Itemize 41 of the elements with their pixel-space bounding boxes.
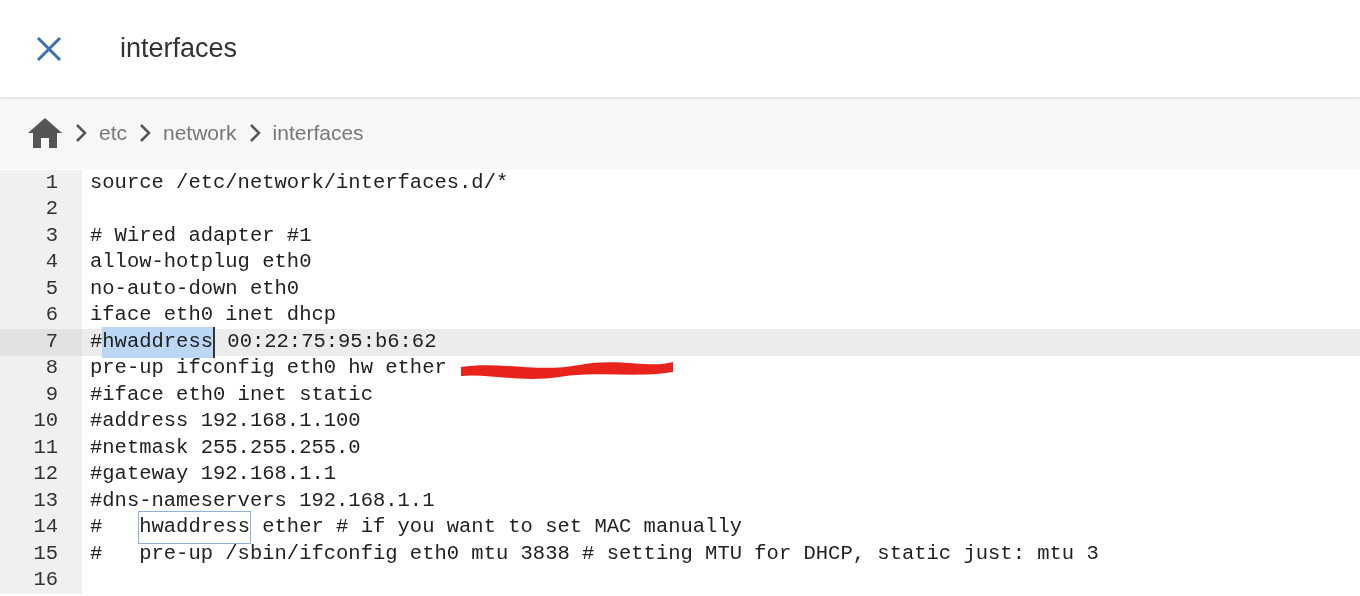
code-text: #iface eth0 inet static xyxy=(90,381,373,408)
line-number: 6 xyxy=(0,302,82,329)
breadcrumb-link[interactable]: interfaces xyxy=(272,117,364,149)
file-title: interfaces xyxy=(120,32,238,66)
line-number: 9 xyxy=(0,382,82,409)
code-text: #gateway 192.168.1.1 xyxy=(90,461,337,488)
chevron-right-icon xyxy=(248,123,261,143)
code-text: 00:22:75:95:b6:62 xyxy=(226,328,437,355)
code-text: #dns-nameservers 192.168.1.1 xyxy=(90,487,435,514)
line-number: 15 xyxy=(0,541,82,568)
line-number: 8 xyxy=(0,355,82,382)
line-number: 3 xyxy=(0,223,82,250)
line-number: 7 xyxy=(0,329,82,356)
code-text: # xyxy=(90,514,104,541)
line-number: 5 xyxy=(0,276,82,303)
line-number: 4 xyxy=(0,249,82,276)
line-number: 13 xyxy=(0,488,82,515)
line-number: 2 xyxy=(0,196,82,223)
line-number: 12 xyxy=(0,461,82,488)
code-text: source /etc/network/interfaces.d/* xyxy=(90,169,509,196)
code-text: #netmask 255.255.255.0 xyxy=(90,434,361,461)
code-text: iface eth0 inet dhcp xyxy=(90,302,337,329)
code-text: pre-up ifconfig eth0 hw ether xyxy=(90,355,448,382)
selected-text: hwaddress xyxy=(102,326,216,358)
code-text: #address 192.168.1.100 xyxy=(90,408,361,435)
breadcrumb-link[interactable]: etc xyxy=(99,117,127,149)
chevron-right-icon xyxy=(75,123,87,143)
line-number: 1 xyxy=(0,170,82,197)
line-number: 14 xyxy=(0,514,82,541)
line-number: 10 xyxy=(0,408,82,435)
line-number: 16 xyxy=(0,567,82,594)
close-icon xyxy=(35,34,63,63)
code-text: allow-hotplug eth0 xyxy=(90,249,312,276)
code-text: no-auto-down eth0 xyxy=(90,275,300,302)
code-text: # xyxy=(90,328,103,355)
line-number: 11 xyxy=(0,435,82,462)
code-text: # Wired adapter #1 xyxy=(90,222,312,249)
code-text: ether # if you want to set MAC manually xyxy=(261,514,743,541)
home-icon[interactable] xyxy=(27,117,63,149)
breadcrumb-link[interactable]: network xyxy=(163,117,237,149)
chevron-right-icon xyxy=(139,123,151,143)
